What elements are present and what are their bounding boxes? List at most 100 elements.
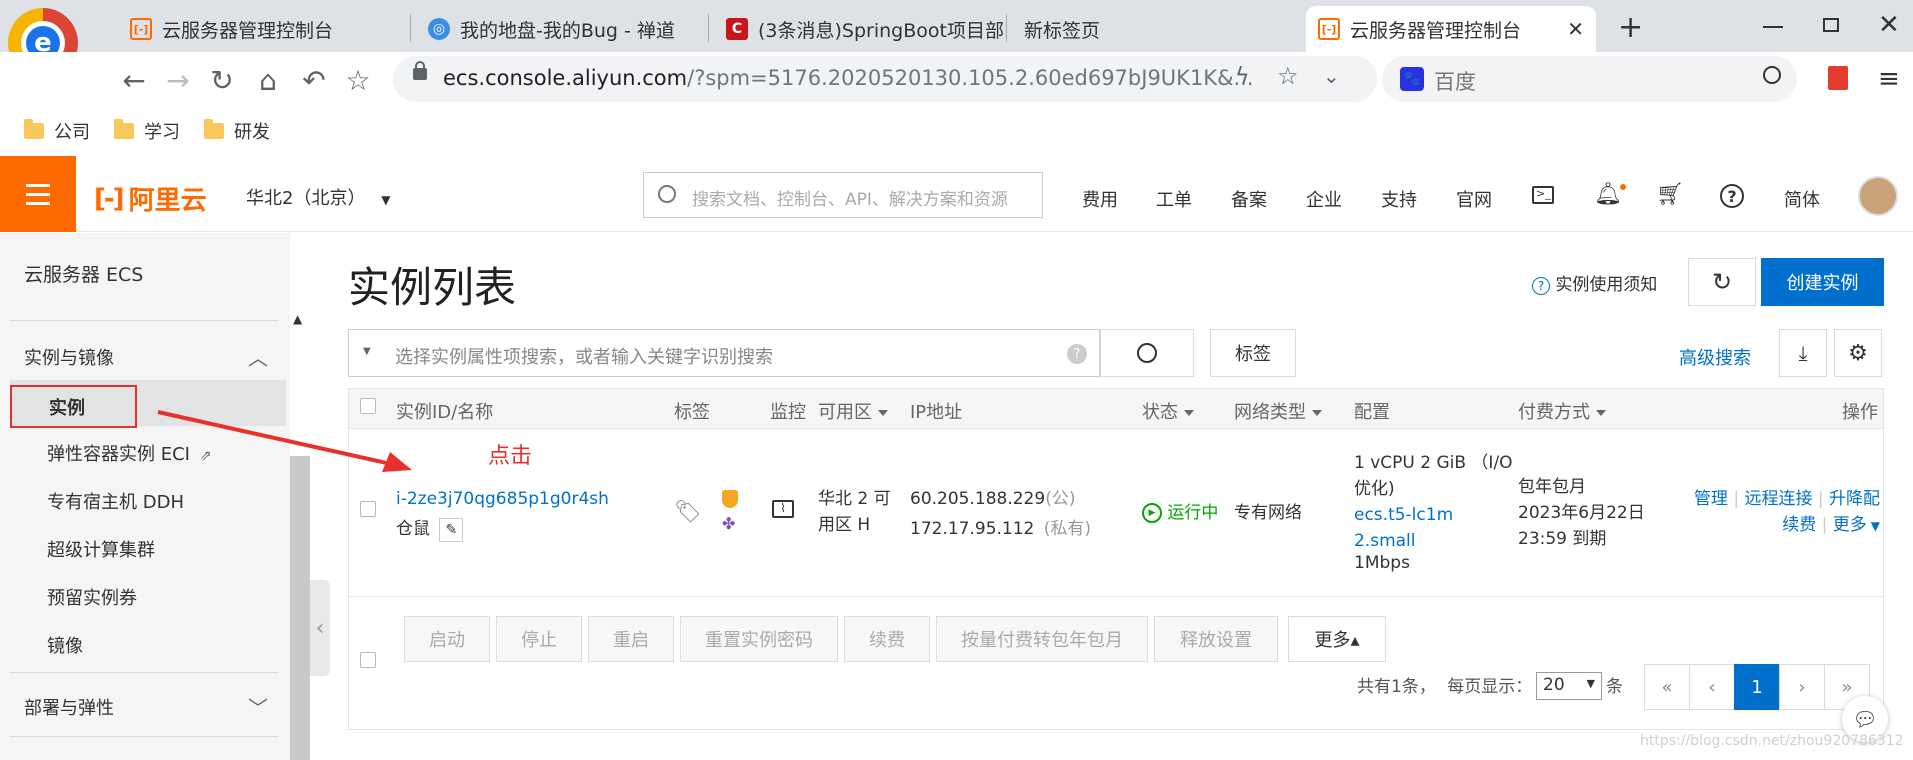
edit-name-icon[interactable]: ✎ (439, 518, 464, 542)
security-shield-icon[interactable] (722, 490, 738, 508)
page-next[interactable]: › (1779, 664, 1825, 710)
minimize-icon[interactable] (1763, 26, 1783, 28)
page-first[interactable]: « (1644, 664, 1690, 710)
caret-down-icon: ▼ (381, 193, 391, 207)
help-icon[interactable]: ? (1720, 184, 1744, 208)
tab-2[interactable]: ◎ 我的地盘-我的Bug - 禅道 (416, 6, 706, 52)
page-1[interactable]: 1 (1734, 664, 1780, 710)
search-icon[interactable] (1763, 66, 1781, 84)
config-instance-type-link[interactable]: ecs.t5-lc1m2.small (1354, 502, 1464, 554)
close-tab-icon[interactable]: ✕ (1567, 17, 1584, 41)
batch-renew-button[interactable]: 续费 (844, 616, 930, 662)
menu-icon[interactable]: ≡ (1878, 64, 1900, 94)
lightning-icon[interactable]: ϟ (1235, 64, 1250, 89)
batch-start-button[interactable]: 启动 (404, 616, 490, 662)
action-renew[interactable]: 续费 (1782, 515, 1816, 535)
batch-convert-billing-button[interactable]: 按量付费转包年包月 (936, 616, 1148, 662)
instance-id-link[interactable]: i-2ze3j70qg685p1g0r4sh (396, 486, 609, 512)
filter-input[interactable]: ▼ 选择实例属性项搜索，或者输入关键字识别搜索 ? (348, 329, 1100, 377)
hamburger-menu-icon[interactable] (0, 156, 76, 232)
settings-button[interactable]: ⚙ (1834, 329, 1882, 377)
monitor-chart-icon[interactable]: ⌇ (772, 500, 794, 518)
console-search-input[interactable]: 搜索文档、控制台、API、解决方案和资源 (643, 172, 1043, 218)
sidebar-item-images[interactable]: 镜像 (47, 632, 83, 658)
advanced-search-link[interactable]: 高级搜索 (1679, 344, 1751, 370)
col-network[interactable]: 网络类型 (1234, 398, 1322, 424)
nav-filing[interactable]: 备案 (1231, 186, 1267, 212)
row-checkbox[interactable] (360, 501, 376, 517)
batch-stop-button[interactable]: 停止 (496, 616, 582, 662)
back-icon[interactable]: ← (116, 62, 152, 98)
zentao-icon: ◎ (428, 18, 450, 40)
aliyun-logo[interactable]: [-] 阿里云 (94, 180, 207, 217)
sidebar-item-reserved[interactable]: 预留实例券 (47, 584, 137, 610)
url-bar[interactable]: ecs.console.aliyun.com/?spm=5176.2020520… (393, 56, 1377, 102)
undo-icon[interactable]: ↶ (296, 62, 332, 98)
tab-5-active[interactable]: [-] 云服务器管理控制台 ✕ (1306, 6, 1596, 52)
sidebar-collapse-handle[interactable]: ‹ (310, 580, 330, 676)
export-button[interactable]: ⤓ (1779, 329, 1827, 377)
nav-official-site[interactable]: 官网 (1456, 186, 1492, 212)
language-switch[interactable]: 简体 (1784, 186, 1820, 212)
batch-more-button[interactable]: 更多▴ (1288, 616, 1386, 662)
page-prev[interactable]: ‹ (1689, 664, 1735, 710)
col-billing[interactable]: 付费方式 (1518, 398, 1606, 424)
scroll-up-icon[interactable]: ▲ (293, 312, 302, 326)
sidebar-item-supercomputing[interactable]: 超级计算集群 (47, 536, 155, 562)
new-tab-icon[interactable]: + (1618, 10, 1643, 45)
batch-reset-password-button[interactable]: 重置实例密码 (680, 616, 838, 662)
batch-checkbox[interactable] (360, 652, 376, 668)
annotation-arrow (157, 410, 412, 472)
action-remote-connect[interactable]: 远程连接 (1744, 489, 1812, 509)
tab-4[interactable]: 新标签页 (1010, 6, 1300, 52)
forward-icon[interactable]: → (160, 62, 196, 98)
per-page-select[interactable]: 20 ▼ (1536, 672, 1602, 700)
instance-help-link[interactable]: ? 实例使用须知 (1532, 270, 1657, 295)
nav-enterprise[interactable]: 企业 (1306, 186, 1342, 212)
col-status[interactable]: 状态 (1142, 398, 1194, 424)
action-manage[interactable]: 管理 (1694, 489, 1728, 509)
action-more[interactable]: 更多 ▼ (1833, 515, 1880, 535)
bookmark-3[interactable]: 研发 (204, 118, 270, 144)
action-resize[interactable]: 升降配 (1829, 489, 1880, 509)
bookmark-1[interactable]: 公司 (24, 118, 90, 144)
browser-search-box[interactable]: 🐾 百度 (1382, 56, 1797, 102)
chevron-down-icon[interactable]: ⌄ (1323, 64, 1340, 88)
notification-dot (1620, 184, 1626, 190)
tag-icon[interactable]: 🏷︎ (674, 500, 702, 525)
tab-3[interactable]: C (3条消息)SpringBoot项目部 (714, 6, 1004, 52)
bookmark-2[interactable]: 学习 (114, 118, 180, 144)
create-instance-button[interactable]: 创建实例 (1761, 258, 1884, 306)
pdf-icon[interactable] (1828, 66, 1848, 90)
puzzle-icon[interactable]: ✤ (722, 514, 735, 533)
avatar[interactable] (1858, 176, 1898, 216)
filter-search-button[interactable] (1100, 329, 1194, 377)
nav-tickets[interactable]: 工单 (1156, 186, 1192, 212)
bookmark-star-icon[interactable]: ☆ (340, 62, 376, 98)
nav-support[interactable]: 支持 (1381, 186, 1417, 212)
sidebar-group-deploy[interactable]: 部署与弹性 ﹀ (24, 694, 268, 720)
terminal-icon[interactable]: >_ (1532, 186, 1554, 204)
reload-icon[interactable]: ↻ (204, 62, 240, 98)
batch-restart-button[interactable]: 重启 (588, 616, 674, 662)
sidebar-scrollbar[interactable] (290, 456, 310, 760)
home-icon[interactable]: ⌂ (250, 62, 286, 98)
close-window-icon[interactable]: ✕ (1878, 10, 1900, 40)
col-zone[interactable]: 可用区 (818, 398, 888, 424)
tag-filter-button[interactable]: 标签 (1210, 329, 1296, 377)
batch-release-settings-button[interactable]: 释放设置 (1154, 616, 1278, 662)
restore-icon[interactable] (1823, 18, 1839, 32)
sidebar-item-ddh[interactable]: 专有宿主机 DDH (47, 488, 184, 514)
sidebar-group-instances[interactable]: 实例与镜像 ︿ (24, 344, 268, 370)
folder-icon (204, 119, 224, 139)
gear-icon: ⚙ (1848, 340, 1868, 366)
row-actions-2: 续费 | 更多 ▼ (1782, 515, 1880, 535)
refresh-button[interactable]: ↻ (1688, 258, 1756, 306)
bell-icon[interactable]: 🔔︎ (1594, 182, 1622, 207)
region-selector[interactable]: 华北2（北京） ▼ (246, 184, 390, 210)
tab-1[interactable]: [-] 云服务器管理控制台 (118, 6, 408, 52)
nav-fees[interactable]: 费用 (1082, 186, 1118, 212)
sidebar-item-instances[interactable]: 实例 (10, 385, 137, 428)
cart-icon[interactable]: 🛒︎ (1656, 182, 1684, 207)
star-icon[interactable]: ☆ (1277, 62, 1299, 90)
